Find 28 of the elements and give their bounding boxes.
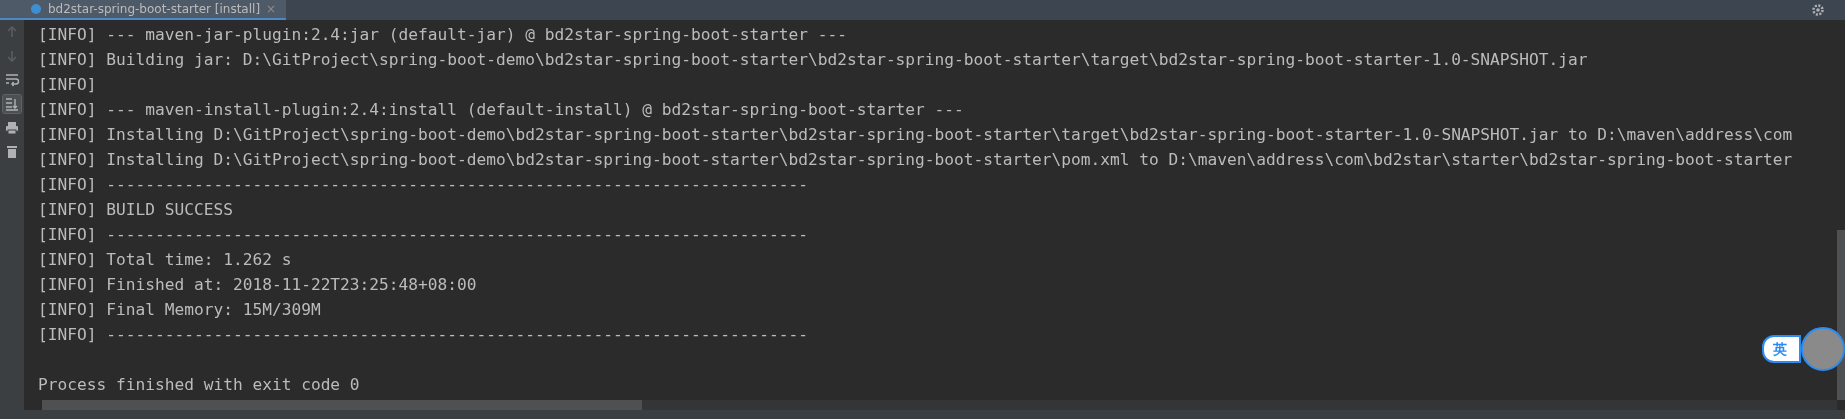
arrow-down-icon xyxy=(4,48,20,64)
log-line: [INFO] Final Memory: 15M/309M xyxy=(38,299,322,321)
exit-message: Process finished with exit code 0 xyxy=(38,374,361,396)
scrollbar-thumb[interactable] xyxy=(42,400,642,410)
log-line: [INFO] Building jar: D:\GitProject\spring-boot-demo\bd2star-spring-boot-starter\bd2star-spring-boot-starter\target\bd2star-spring-boot-starter-1.0-SNAPSHOT.jar xyxy=(38,49,1589,71)
log-line: [INFO] --- maven-install-plugin:2.4:install (default-install) @ bd2star-spring-boot-starter --- xyxy=(38,99,965,121)
log-line: [INFO] --- maven-jar-plugin:2.4:jar (default-jar) @ bd2star-spring-boot-starter --- xyxy=(38,24,848,46)
log-line: [INFO] Installing D:\GitProject\spring-boot-demo\bd2star-spring-boot-starter\bd2star-spring-boot-starter\target\bd2star-spring-boot-starter-1.0-SNAPSHOT.jar to D:\maven\address\com xyxy=(38,124,1794,146)
log-line: [INFO] Total time: 1.262 s xyxy=(38,249,293,271)
close-button[interactable]: × xyxy=(266,2,277,16)
scroll-to-end-icon xyxy=(4,96,20,112)
log-line: [INFO] BUILD SUCCESS xyxy=(38,199,234,221)
trash-icon xyxy=(4,144,20,160)
log-line: [INFO] xyxy=(38,74,98,96)
tab-label: bd2star-spring-boot-starter [install] xyxy=(48,2,261,16)
log-line: [INFO] ------------------------------------------------------------------------ xyxy=(38,174,809,196)
input-mode-badge[interactable]: 英 xyxy=(1762,335,1801,363)
log-line: [INFO] ------------------------------------------------------------------------ xyxy=(38,224,809,246)
log-line: [INFO] Installing D:\GitProject\spring-boot-demo\bd2star-spring-boot-starter\bd2star-spring-boot-starter\pom.xml to D:\maven\address\com\bd2star\starter\bd2star-spring-boot-starter xyxy=(38,149,1794,171)
settings-icon[interactable] xyxy=(1811,3,1825,17)
avatar-icon[interactable] xyxy=(1801,327,1845,371)
log-line: [INFO] ------------------------------------------------------------------------ xyxy=(38,324,809,346)
printer-icon xyxy=(4,120,20,136)
run-tab[interactable]: bd2star-spring-boot-starter [install] × xyxy=(0,0,287,20)
log-line: [INFO] Finished at: 2018-11-22T23:25:48+08:00 xyxy=(38,274,478,296)
soft-wrap-icon xyxy=(4,72,20,88)
app-icon xyxy=(30,3,42,15)
toolbar-button[interactable] xyxy=(2,94,22,114)
